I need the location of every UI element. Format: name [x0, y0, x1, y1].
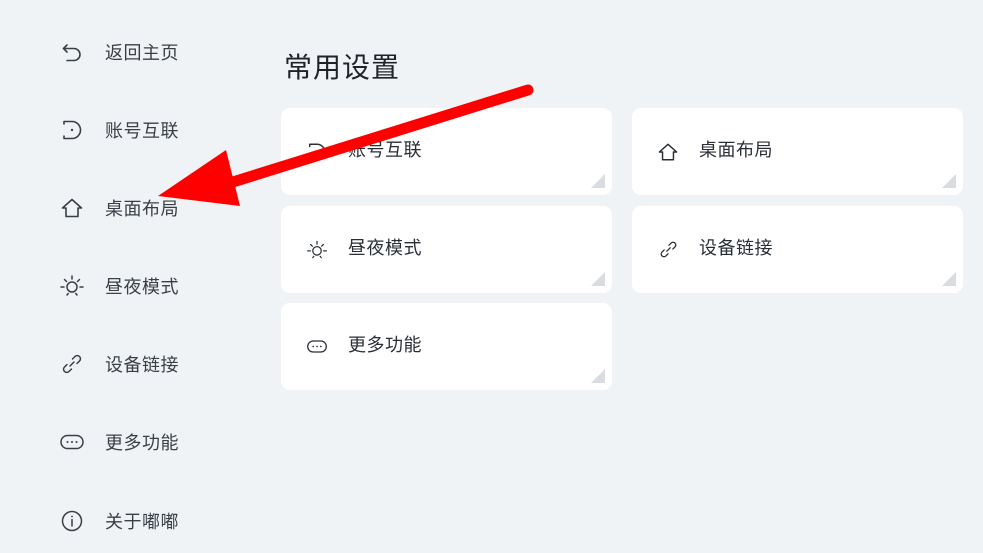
card-more-features[interactable]: 更多功能: [281, 303, 612, 390]
sidebar-item-more-features[interactable]: 更多功能: [56, 424, 179, 460]
sidebar-item-day-night-mode[interactable]: 昼夜模式: [56, 268, 179, 304]
home-icon: [656, 140, 680, 164]
card-account-link[interactable]: 账号互联: [281, 108, 612, 195]
sun-icon: [305, 238, 329, 262]
card-label: 昼夜模式: [348, 237, 422, 259]
card-device-link[interactable]: 设备链接: [632, 206, 963, 293]
sidebar-item-account-link[interactable]: 账号互联: [56, 112, 179, 148]
card-corner-mark: [591, 272, 605, 286]
card-label: 设备链接: [699, 237, 773, 259]
card-label: 桌面布局: [699, 139, 773, 161]
link-icon: [56, 348, 88, 380]
account-link-icon: [305, 140, 329, 164]
back-icon: [56, 36, 88, 68]
sidebar-item-label: 关于嘟嘟: [105, 512, 179, 533]
sidebar-item-back-home[interactable]: 返回主页: [56, 34, 179, 70]
card-day-night-mode[interactable]: 昼夜模式: [281, 206, 612, 293]
sidebar-item-label: 昼夜模式: [105, 277, 179, 298]
sidebar-item-label: 返回主页: [105, 43, 179, 64]
sidebar-item-label: 账号互联: [105, 121, 179, 142]
sidebar-item-device-link[interactable]: 设备链接: [56, 346, 179, 382]
sun-icon: [56, 270, 88, 302]
sidebar: 返回主页 账号互联 桌面布局 昼夜模式 设备链接 更多功能 关于嘟嘟: [0, 0, 240, 553]
card-corner-mark: [942, 174, 956, 188]
card-corner-mark: [942, 272, 956, 286]
settings-page: 返回主页 账号互联 桌面布局 昼夜模式 设备链接 更多功能 关于嘟嘟 常用设置 …: [0, 0, 983, 553]
card-label: 账号互联: [348, 139, 422, 161]
card-label: 更多功能: [348, 334, 422, 356]
home-icon: [56, 192, 88, 224]
account-link-icon: [56, 114, 88, 146]
card-corner-mark: [591, 369, 605, 383]
sidebar-item-label: 更多功能: [105, 433, 179, 454]
card-desktop-layout[interactable]: 桌面布局: [632, 108, 963, 195]
sidebar-item-about[interactable]: 关于嘟嘟: [56, 503, 179, 539]
sidebar-item-label: 设备链接: [105, 355, 179, 376]
more-icon: [56, 426, 88, 458]
card-corner-mark: [591, 174, 605, 188]
link-icon: [656, 238, 680, 262]
more-icon: [305, 335, 329, 359]
info-icon: [56, 505, 88, 537]
sidebar-item-desktop-layout[interactable]: 桌面布局: [56, 190, 179, 226]
page-title: 常用设置: [284, 51, 401, 84]
sidebar-item-label: 桌面布局: [105, 199, 179, 220]
